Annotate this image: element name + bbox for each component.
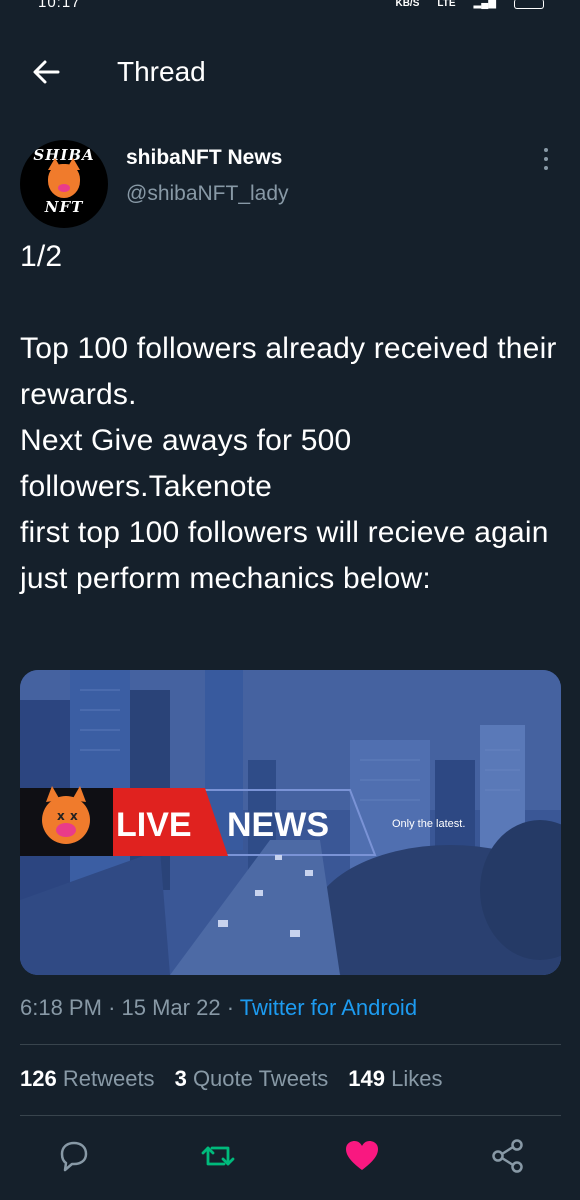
share-button[interactable] <box>488 1136 528 1176</box>
share-icon <box>492 1139 523 1173</box>
status-bar: 10:17 KB/S LTE ▂▄▆ <box>0 0 580 14</box>
more-dot-icon <box>544 166 548 170</box>
live-label: LIVE <box>116 806 192 844</box>
tweet-action-bar <box>0 1136 580 1176</box>
retweet-button[interactable] <box>198 1136 238 1176</box>
tweet-text: 1/2 Top 100 followers already received t… <box>20 240 557 595</box>
divider <box>20 1044 561 1045</box>
news-label: NEWS <box>227 806 329 844</box>
retweets-count: 126 <box>20 1066 57 1091</box>
signal-icon: ▂▄▆ <box>473 0 496 9</box>
more-dot-icon <box>544 148 548 152</box>
quote-tweets-count: 3 <box>174 1066 187 1091</box>
shiba-face-icon <box>48 158 80 198</box>
status-icons: KB/S LTE ▂▄▆ <box>395 0 544 9</box>
author-handle[interactable]: @shibaNFT_lady <box>126 182 289 206</box>
meta-separator: · <box>226 995 235 1020</box>
reply-button[interactable] <box>54 1136 94 1176</box>
battery-icon <box>514 0 544 9</box>
avatar-text-bottom: NFT <box>44 198 84 216</box>
retweet-icon <box>201 1146 235 1166</box>
likes-label: Likes <box>391 1066 443 1091</box>
avatar-text-top: SHIBA <box>33 146 95 164</box>
retweets-stat[interactable]: 126 Retweets <box>20 1066 155 1092</box>
tweet-stats: 126 Retweets 3 Quote Tweets 149 Likes <box>20 1066 442 1092</box>
like-button[interactable] <box>342 1136 382 1176</box>
reply-icon <box>60 1141 88 1172</box>
city-news-graphic: x x LIVE NEWS Only the latest. <box>20 670 561 975</box>
status-time: 10:17 <box>38 0 81 11</box>
tweet-source-link[interactable]: Twitter for Android <box>240 995 417 1020</box>
back-button[interactable] <box>28 56 64 88</box>
quote-tweets-label: Quote Tweets <box>192 1066 329 1091</box>
more-options-button[interactable] <box>536 148 556 178</box>
author-display-name[interactable]: shibaNFT News <box>126 146 282 170</box>
likes-count: 149 <box>348 1066 385 1091</box>
media-tagline: Only the latest. <box>392 818 465 830</box>
more-dot-icon <box>544 157 548 161</box>
meta-separator: · <box>108 995 116 1020</box>
likes-stat[interactable]: 149 Likes <box>348 1066 442 1092</box>
tweet-date: 15 Mar 22 <box>121 995 221 1020</box>
tweet-meta: 6:18 PM · 15 Mar 22 · Twitter for Androi… <box>20 995 417 1021</box>
divider <box>20 1115 561 1116</box>
svg-text:x: x <box>57 809 65 823</box>
page-title: Thread <box>117 56 206 87</box>
quote-tweets-stat[interactable]: 3 Quote Tweets <box>175 1066 329 1092</box>
svg-text:x: x <box>70 809 78 823</box>
tweet-header: SHIBA NFT shibaNFT News @shibaNFT_lady <box>0 138 580 228</box>
app-bar: Thread <box>0 44 580 100</box>
avatar[interactable]: SHIBA NFT <box>20 140 108 228</box>
tweet-time: 6:18 PM <box>20 995 102 1020</box>
retweets-label: Retweets <box>62 1066 155 1091</box>
network-speed: KB/S <box>395 0 420 9</box>
arrow-left-icon <box>33 60 60 84</box>
heart-icon <box>346 1141 378 1170</box>
tweet-media-image[interactable]: x x LIVE NEWS Only the latest. <box>20 670 561 975</box>
network-type: LTE <box>437 0 456 9</box>
